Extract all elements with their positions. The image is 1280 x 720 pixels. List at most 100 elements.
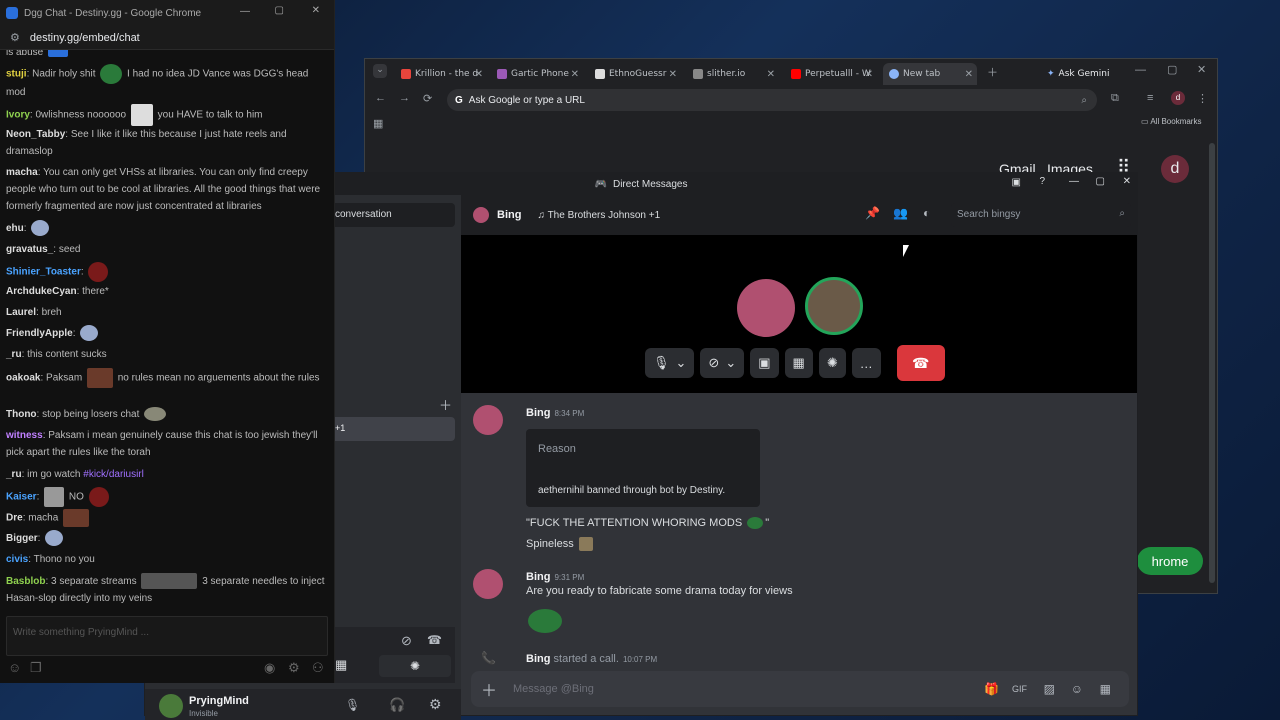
gif-icon[interactable]: GIF	[1012, 684, 1027, 694]
message-author[interactable]: Bing	[526, 407, 550, 419]
chat-input[interactable]: Write something PryingMind ...	[6, 616, 328, 656]
disconnect-icon[interactable]: ☎	[427, 633, 442, 647]
ask-gemini-button[interactable]: ✦ Ask Gemini	[1041, 63, 1121, 85]
whispers-icon[interactable]: ❐	[30, 660, 42, 676]
emoji-icon[interactable]: ☺	[1071, 682, 1083, 696]
settings-gear-icon[interactable]: ⚙	[288, 660, 300, 676]
chrome-tab[interactable]: EthnoGuessr ✕	[589, 63, 681, 85]
chat-nick[interactable]: Basblob	[6, 576, 45, 587]
headphones-icon[interactable]: 🎧	[389, 697, 405, 713]
add-dm-icon[interactable]: ＋	[439, 395, 452, 414]
soundboard-button[interactable]: ✺	[379, 655, 451, 677]
tab-search-button[interactable]: ⌄	[373, 64, 387, 78]
maximize-icon[interactable]: ▢	[1096, 176, 1105, 187]
minimize-icon[interactable]: —	[1069, 176, 1079, 187]
chat-nick[interactable]: oakoak	[6, 373, 40, 384]
chat-nick[interactable]: Bigger	[6, 533, 38, 544]
site-info-icon[interactable]: ⚙	[10, 31, 20, 44]
emoji-icon[interactable]: ☺	[8, 660, 21, 675]
screen-share-button[interactable]: ▣	[750, 348, 779, 378]
find-conversation-input[interactable]: conversation	[331, 203, 455, 227]
omnibox[interactable]: G Ask Google or type a URL ⌕	[447, 89, 1097, 111]
chat-nick[interactable]: ArchdukeCyan	[6, 286, 77, 297]
avatar[interactable]	[737, 279, 795, 337]
maximize-icon[interactable]: ▢	[275, 5, 284, 16]
hangup-button[interactable]: ☎	[896, 345, 945, 381]
close-icon[interactable]: ✕	[571, 69, 579, 80]
profile-icon[interactable]: ◐	[923, 206, 930, 220]
activity-button[interactable]: ▦	[784, 348, 813, 378]
users-icon[interactable]: ⚇	[312, 660, 324, 676]
chat-nick[interactable]: FriendlyApple	[6, 328, 73, 339]
avatar[interactable]	[473, 569, 503, 599]
close-icon[interactable]: ✕	[767, 69, 775, 80]
back-icon[interactable]: ←	[375, 92, 386, 104]
video-off-icon[interactable]: ⊘	[401, 633, 412, 649]
close-icon[interactable]: ✕	[475, 69, 483, 80]
search-input[interactable]: Search bingsy ⌕	[951, 203, 1131, 227]
more-button[interactable]: …	[851, 348, 881, 378]
pin-icon[interactable]: 📌	[865, 206, 880, 220]
chat-nick[interactable]: ehu	[6, 223, 24, 234]
avatar[interactable]	[159, 694, 183, 718]
help-icon[interactable]: ?	[1039, 176, 1045, 187]
avatar[interactable]	[473, 207, 489, 223]
mic-button[interactable]: 🎙 ⌄	[645, 348, 695, 378]
maximize-icon[interactable]: ▢	[1167, 63, 1177, 76]
dm-list-item[interactable]: +1	[331, 417, 455, 441]
scrollbar[interactable]	[1209, 143, 1215, 583]
chat-nick[interactable]: civis	[6, 554, 28, 565]
profile-avatar[interactable]: d	[1171, 91, 1185, 105]
close-icon[interactable]: ✕	[1197, 63, 1206, 76]
message-input[interactable]: ＋ Message @Bing 🎁 GIF ▨ ☺ ▦	[471, 671, 1129, 707]
gift-icon[interactable]: 🎁	[984, 682, 999, 696]
forward-icon[interactable]: →	[399, 92, 410, 104]
chat-nick[interactable]: witness	[6, 430, 43, 441]
chrome-promo-pill[interactable]: hrome	[1137, 547, 1203, 575]
reading-list-icon[interactable]: ≡	[1147, 92, 1153, 104]
chat-nick[interactable]: Neon_Tabby	[6, 129, 65, 140]
chat-nick[interactable]: Thono	[6, 409, 37, 420]
chat-nick[interactable]: Shinier_Toaster	[6, 267, 81, 278]
add-attachment-icon[interactable]: ＋	[481, 677, 497, 701]
chat-nick[interactable]: Dre	[6, 513, 23, 524]
all-bookmarks-button[interactable]: ▭ All Bookmarks	[1141, 117, 1201, 126]
mic-icon[interactable]: 🎙	[345, 698, 360, 712]
call-notice-author[interactable]: Bing	[526, 653, 550, 665]
extensions-icon[interactable]: ⧉	[1111, 92, 1119, 105]
add-friend-icon[interactable]: 👥	[893, 206, 908, 220]
chrome-tab[interactable]: Krillion - the d ✕	[395, 63, 487, 85]
settings-gear-icon[interactable]: ⚙	[429, 696, 442, 713]
soundboard-button[interactable]: ✺	[818, 348, 846, 378]
new-tab-icon[interactable]: ＋	[987, 64, 998, 80]
chat-nick[interactable]: stuji	[6, 69, 27, 80]
chat-nick[interactable]: _ru	[6, 469, 22, 480]
profile-avatar-large[interactable]: d	[1161, 155, 1189, 183]
reload-icon[interactable]: ⟳	[423, 92, 432, 105]
chat-nick[interactable]: gravatus_	[6, 244, 53, 255]
chrome-tab-active[interactable]: New tab ✕	[883, 63, 977, 85]
chat-nick[interactable]: _ru	[6, 349, 22, 360]
close-icon[interactable]: ✕	[865, 69, 873, 80]
close-icon[interactable]: ✕	[1123, 176, 1131, 187]
chrome-tab[interactable]: slither.io ✕	[687, 63, 779, 85]
close-icon[interactable]: ✕	[669, 69, 677, 80]
minimize-icon[interactable]: —	[240, 6, 250, 17]
close-icon[interactable]: ✕	[965, 69, 973, 80]
chat-nick[interactable]: Kaiser	[6, 492, 37, 503]
chat-nick[interactable]: Laurel	[6, 307, 36, 318]
close-icon[interactable]: ✕	[312, 5, 320, 16]
menu-kebab-icon[interactable]: ⋮	[1197, 92, 1208, 105]
sticker-icon[interactable]: ▨	[1044, 682, 1055, 696]
avatar[interactable]	[473, 405, 503, 435]
eye-icon[interactable]: ◉	[264, 660, 275, 676]
camera-button[interactable]: ⊘ ⌄	[700, 348, 745, 378]
apps-grid-icon[interactable]: ▦	[373, 117, 383, 130]
zoom-icon[interactable]: ⌕	[1081, 95, 1087, 106]
chrome-tab[interactable]: Perpetualll - W ✕	[785, 63, 877, 85]
minimize-icon[interactable]: —	[1135, 64, 1146, 76]
inbox-icon[interactable]: ▣	[1012, 177, 1021, 188]
dm-recipient-name[interactable]: Bing	[497, 209, 521, 221]
apps-icon[interactable]: ▦	[1100, 682, 1111, 696]
avatar[interactable]	[805, 277, 863, 335]
